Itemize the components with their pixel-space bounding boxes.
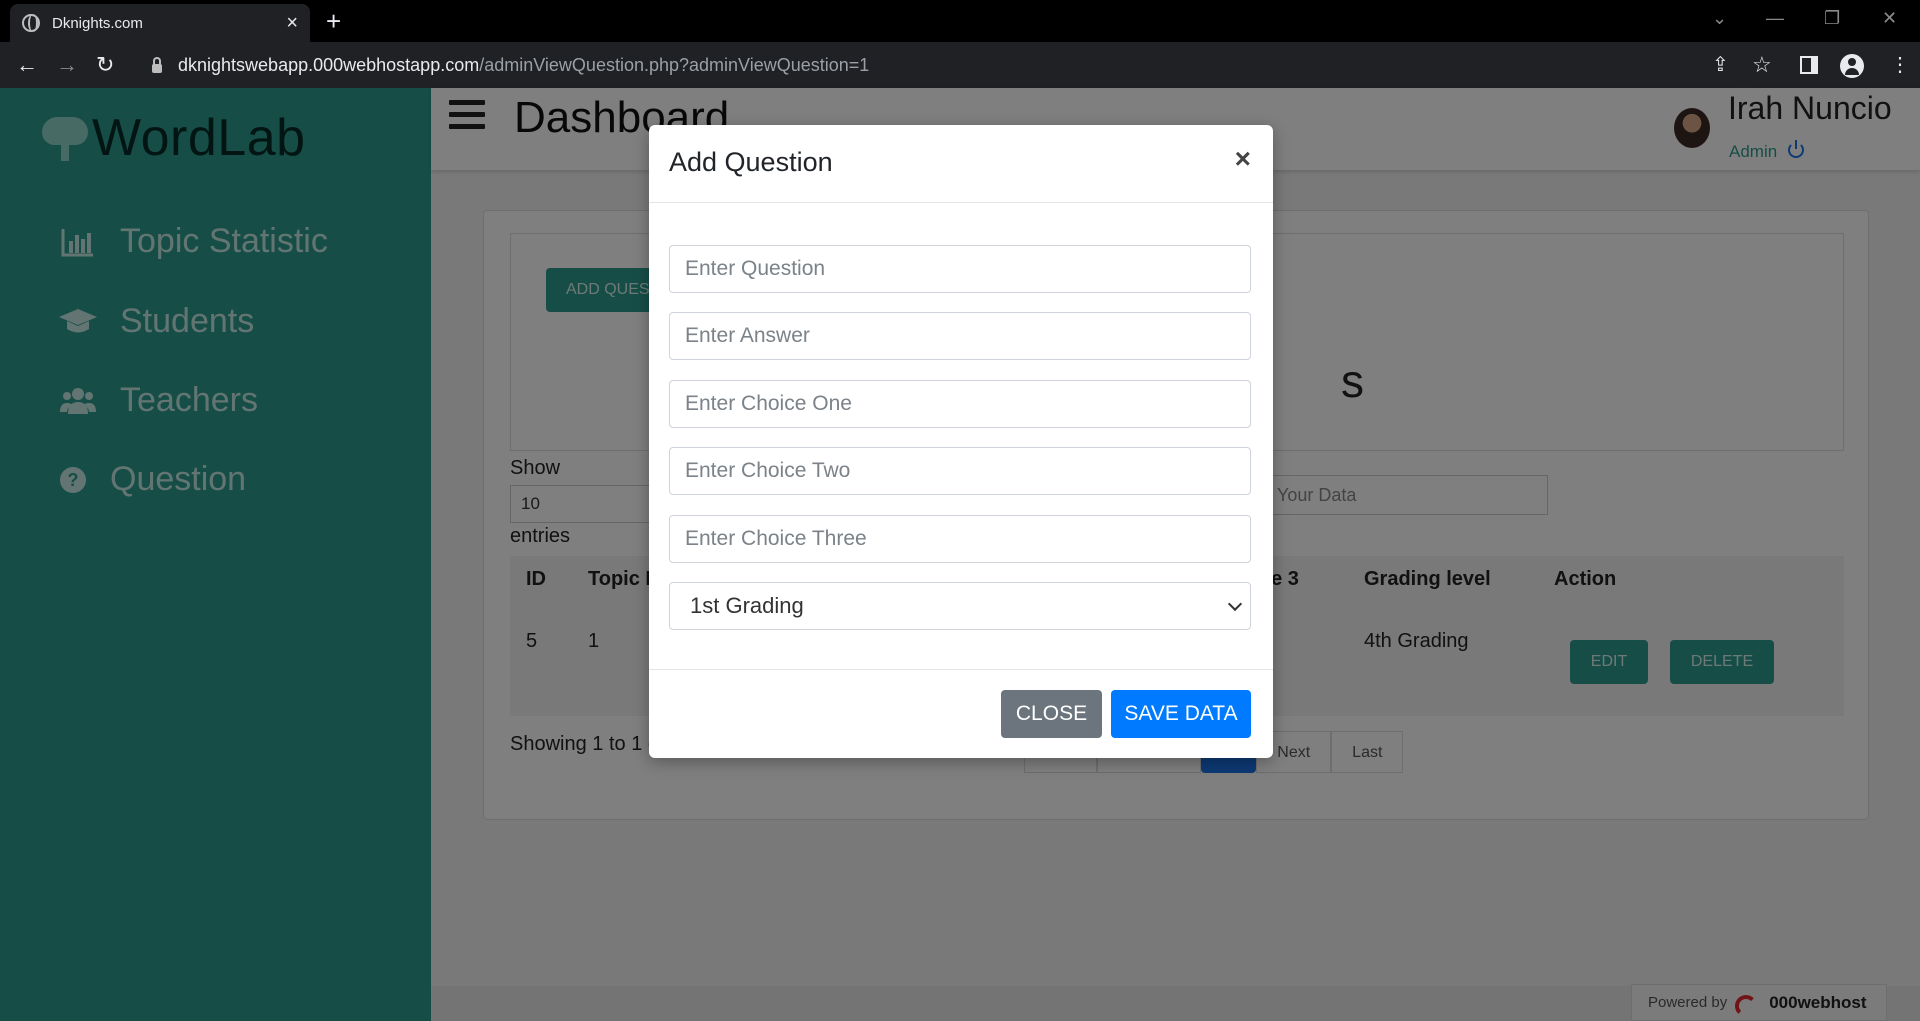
grading-select[interactable]: 1st Grading [669, 582, 1251, 630]
lock-icon [152, 56, 162, 73]
modal-header: Add Question × [649, 125, 1273, 203]
browser-toolbar: ← → ↻ dknightswebapp.000webhostapp.com /… [0, 42, 1920, 88]
choice-one-input[interactable] [669, 380, 1251, 428]
back-icon[interactable]: ← [16, 50, 38, 80]
chevron-down-icon [1227, 596, 1243, 612]
answer-input[interactable] [669, 312, 1251, 360]
modal-footer: CLOSE SAVE DATA [649, 669, 1273, 758]
grading-select-value: 1st Grading [690, 593, 804, 618]
address-bar[interactable]: dknightswebapp.000webhostapp.com /adminV… [138, 48, 1758, 82]
share-icon[interactable]: ⇪ [1712, 54, 1729, 76]
save-data-button[interactable]: SAVE DATA [1111, 690, 1251, 738]
tab-search-icon[interactable]: ⌄ [1712, 8, 1727, 29]
modal-title: Add Question [669, 147, 833, 177]
profile-icon[interactable] [1840, 54, 1864, 78]
close-icon[interactable]: × [1235, 145, 1251, 173]
side-panel-icon[interactable] [1800, 56, 1818, 74]
choice-three-input[interactable] [669, 515, 1251, 563]
url-path: /adminViewQuestion.php?adminViewQuestion… [479, 54, 870, 75]
browser-tab-strip: Dknights.com × + ⌄ — ❐ ✕ [0, 0, 1920, 42]
menu-kebab-icon[interactable]: ⋮ [1890, 54, 1910, 76]
choice-two-input[interactable] [669, 447, 1251, 495]
question-input[interactable] [669, 245, 1251, 293]
reload-icon[interactable]: ↻ [96, 50, 114, 80]
minimize-icon[interactable]: — [1766, 8, 1784, 29]
restore-icon[interactable]: ❐ [1824, 8, 1840, 29]
new-tab-icon[interactable]: + [326, 8, 341, 34]
close-button[interactable]: CLOSE [1001, 690, 1102, 738]
browser-tab[interactable]: Dknights.com × [10, 4, 310, 42]
globe-icon [22, 14, 40, 32]
close-tab-icon[interactable]: × [286, 13, 298, 33]
tab-title: Dknights.com [52, 14, 143, 32]
forward-icon[interactable]: → [56, 50, 78, 80]
add-question-modal: Add Question × 1st Grading CLOSE SAVE DA… [649, 125, 1273, 758]
window-close-icon[interactable]: ✕ [1882, 8, 1897, 29]
url-host: dknightswebapp.000webhostapp.com [178, 54, 480, 75]
bookmark-star-icon[interactable]: ☆ [1752, 54, 1772, 76]
